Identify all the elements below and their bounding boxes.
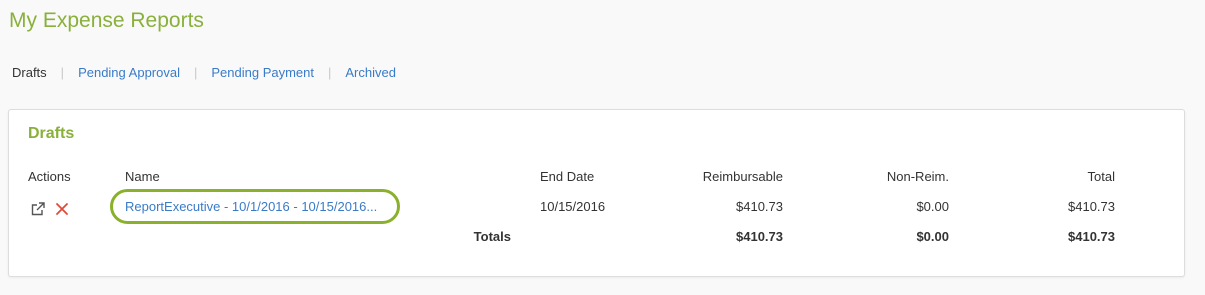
column-header-total: Total (1087, 169, 1115, 184)
column-header-reimbursable: Reimbursable (702, 169, 783, 184)
totals-total: $410.73 (1068, 229, 1115, 244)
row-total: $410.73 (1068, 199, 1115, 214)
row-non-reim: $0.00 (916, 199, 949, 214)
panel-title: Drafts (28, 125, 75, 142)
tab-drafts[interactable]: Drafts (12, 65, 47, 80)
row-end-date: 10/15/2016 (540, 199, 606, 214)
totals-reimbursable: $410.73 (736, 229, 783, 244)
column-header-name: Name (125, 169, 160, 184)
column-header-non-reim: Non-Reim. (886, 169, 949, 184)
totals-label: Totals (473, 229, 511, 244)
tab-archived[interactable]: Archived (345, 65, 396, 80)
tab-pending-approval[interactable]: Pending Approval (78, 65, 180, 80)
tab-separator: | (193, 65, 198, 80)
drafts-panel: Drafts Actions Name End Date Reimbursabl… (8, 109, 1185, 277)
tab-separator: | (328, 65, 332, 80)
report-name-link[interactable]: ReportExecutive - 10/1/2016 - 10/15/2016… (125, 199, 377, 214)
report-status-tabs: Drafts | Pending Approval | Pending Paym… (12, 65, 396, 80)
totals-non-reim: $0.00 (916, 229, 949, 244)
delete-x-icon[interactable] (54, 201, 70, 217)
external-link-icon[interactable] (30, 201, 46, 217)
column-header-end-date: End Date (540, 169, 595, 184)
column-header-actions: Actions (28, 169, 71, 184)
page-title: My Expense Reports (9, 9, 204, 32)
tab-separator: | (60, 65, 65, 80)
tab-pending-payment[interactable]: Pending Payment (211, 65, 314, 80)
row-reimbursable: $410.73 (736, 199, 783, 214)
